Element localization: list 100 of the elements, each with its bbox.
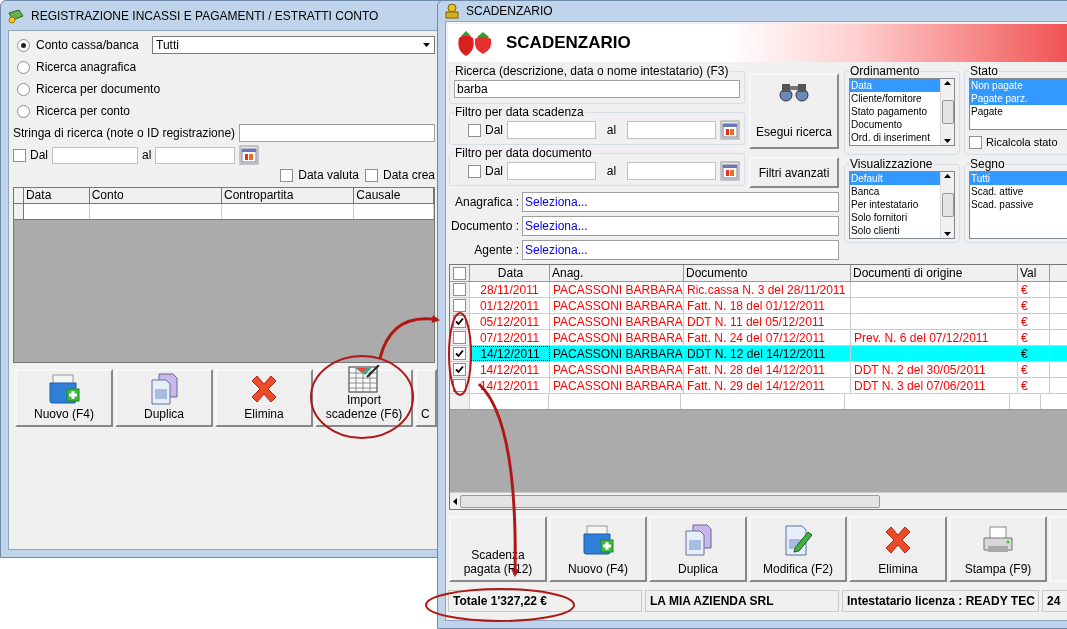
group-label: Stato <box>969 65 1000 78</box>
table-row[interactable] <box>14 204 434 220</box>
group-label: Ordinamento <box>849 65 921 78</box>
column-header[interactable]: Anag. <box>550 265 684 281</box>
table-row[interactable]: 07/12/2011 PACASSONI BARBARA Fatt. N. 24 del 07/12/2011 Prev. N. 6 del 07/12/2011 € <box>450 330 1067 346</box>
table-row[interactable]: 14/12/2011 PACASSONI BARBARA DDT N. 12 del 14/12/2011 € <box>450 346 1067 362</box>
list-box[interactable]: Default Banca Per intestatario Solo fornitori Solo clienti <box>849 170 955 239</box>
table-row[interactable]: 05/12/2011 PACASSONI BARBARA DDT N. 11 del 05/12/2011 € <box>450 314 1067 330</box>
list-item[interactable]: Solo fornitori <box>850 210 940 224</box>
calendar-icon[interactable] <box>239 145 260 165</box>
table-row[interactable]: 14/12/2011 PACASSONI BARBARA Fatt. N. 29 del 14/12/2011 DDT N. 3 del 07/06/2011 € <box>450 378 1067 394</box>
printer-icon <box>981 525 1015 555</box>
checkbox[interactable] <box>453 283 466 296</box>
toolbar-button[interactable]: Duplica <box>649 516 747 582</box>
toolbar-button[interactable]: Elimina <box>215 369 313 427</box>
list-item[interactable]: Scad. passive <box>970 197 1067 211</box>
date-field[interactable] <box>627 121 716 139</box>
radio-button[interactable] <box>17 104 30 118</box>
table-cell: 01/12/2011 <box>470 298 550 313</box>
row-header[interactable] <box>450 346 470 361</box>
checkbox[interactable] <box>453 299 466 312</box>
checkbox[interactable] <box>453 331 466 344</box>
field-label: al <box>142 147 152 164</box>
search-field[interactable]: barba <box>454 80 740 98</box>
checkbox[interactable] <box>453 363 466 376</box>
table-row[interactable]: 01/12/2011 PACASSONI BARBARA Fatt. N. 18 del 01/12/2011 € <box>450 298 1067 314</box>
lookup-field[interactable]: Seleziona... <box>522 216 839 236</box>
checkbox[interactable] <box>969 135 982 149</box>
advanced-filters-button[interactable]: Filtri avanzati <box>749 157 839 188</box>
scrollbar[interactable] <box>940 171 954 238</box>
calendar-icon[interactable] <box>720 120 740 140</box>
arrow-up-icon[interactable] <box>944 173 951 178</box>
table-cell: € <box>1018 314 1050 329</box>
table-cell: Fatt. N. 24 del 07/12/2011 <box>684 330 851 345</box>
radio-button[interactable] <box>17 38 30 52</box>
date-field[interactable] <box>627 162 716 180</box>
list-item[interactable]: Banca <box>850 184 940 198</box>
date-field[interactable] <box>155 146 236 164</box>
checkbox[interactable] <box>468 123 481 137</box>
radio-button[interactable] <box>17 82 30 96</box>
spreadsheet-icon <box>347 365 381 393</box>
date-field[interactable] <box>507 121 596 139</box>
status-bar-field: LA MIA AZIENDA SRL <box>645 590 839 612</box>
toolbar-button[interactable]: Elimina <box>849 516 947 582</box>
list-box[interactable]: Tutti Scad. attive Scad. passive <box>969 170 1067 239</box>
toolbar-button[interactable]: Duplica <box>115 369 213 427</box>
radio-button[interactable] <box>17 60 30 74</box>
checkbox[interactable] <box>453 347 466 360</box>
field-label: al <box>605 122 618 139</box>
account-dropdown[interactable]: Tutti <box>152 36 435 54</box>
table-cell: € <box>1018 330 1050 345</box>
box-plus-icon <box>581 524 615 556</box>
documents-icon <box>683 524 713 556</box>
toolbar-button[interactable]: Modifica (F2) <box>749 516 847 582</box>
column-header[interactable]: Documento <box>684 265 851 281</box>
list-item[interactable]: Ord. di inseriment <box>850 131 940 144</box>
table-row[interactable]: 14/12/2011 PACASSONI BARBARA Fatt. N. 28 del 14/12/2011 DDT N. 2 del 30/05/2011 € <box>450 362 1067 378</box>
list-item[interactable]: Pagate <box>970 105 1067 118</box>
arrow-down-icon[interactable] <box>944 231 951 236</box>
list-item[interactable]: Cliente/fornitore <box>850 92 940 105</box>
list-item[interactable]: Per intestatario <box>850 197 940 211</box>
table-cell: 05/12/2011 <box>470 314 550 329</box>
checkbox[interactable] <box>468 164 481 178</box>
search-button[interactable]: Esegui ricerca <box>749 73 839 149</box>
arrow-up-icon[interactable] <box>944 81 951 85</box>
toolbar-button[interactable]: Nuovo (F4) <box>15 369 113 427</box>
scrollbar[interactable] <box>940 79 954 145</box>
arrow-left-icon[interactable] <box>453 497 457 505</box>
column-header[interactable]: Data <box>23 188 90 203</box>
field-label: Agente : <box>473 242 519 259</box>
column-header[interactable]: Data <box>470 265 550 281</box>
toolbar-button[interactable]: Nuovo (F4) <box>549 516 647 582</box>
lookup-field[interactable]: Seleziona... <box>522 240 839 260</box>
checkbox[interactable] <box>364 168 378 182</box>
date-field[interactable] <box>52 146 138 164</box>
column-header[interactable]: Val <box>1018 265 1050 281</box>
horizontal-scrollbar[interactable] <box>450 492 1067 509</box>
column-header[interactable]: Contropartita <box>222 188 355 203</box>
column-header[interactable]: Documenti di origine <box>851 265 1018 281</box>
column-header[interactable]: Causale <box>354 188 434 203</box>
arrow-down-icon[interactable] <box>944 139 951 143</box>
checkbox[interactable] <box>13 148 26 162</box>
checkbox[interactable] <box>280 168 294 182</box>
list-item[interactable]: Scad. attive <box>970 184 1067 198</box>
column-header[interactable]: Conto <box>89 188 222 203</box>
list-item[interactable]: Solo clienti <box>850 223 940 237</box>
table-cell: PACASSONI BARBARA <box>550 314 684 329</box>
table-row[interactable]: 28/11/2011 PACASSONI BARBARA Ric.cassa N. 3 del 28/11/2011 € <box>450 282 1067 298</box>
checkbox[interactable] <box>453 266 466 280</box>
list-item[interactable]: Stato pagamento <box>850 105 940 118</box>
list-box[interactable]: Non pagate Pagate parz. Pagate <box>969 78 1067 130</box>
checkbox-label: Data crea <box>382 167 435 184</box>
calendar-icon[interactable] <box>720 161 740 181</box>
list-box[interactable]: Data Cliente/fornitore Stato pagamento Documento Ord. di inseriment <box>849 78 955 146</box>
toolbar-button[interactable]: C <box>415 369 437 427</box>
toolbar-button[interactable]: Stampa (F9) <box>949 516 1047 582</box>
date-field[interactable] <box>507 162 596 180</box>
search-string-field[interactable] <box>239 124 435 142</box>
lookup-field[interactable]: Seleziona... <box>522 192 839 212</box>
list-item[interactable]: Documento <box>850 118 940 131</box>
